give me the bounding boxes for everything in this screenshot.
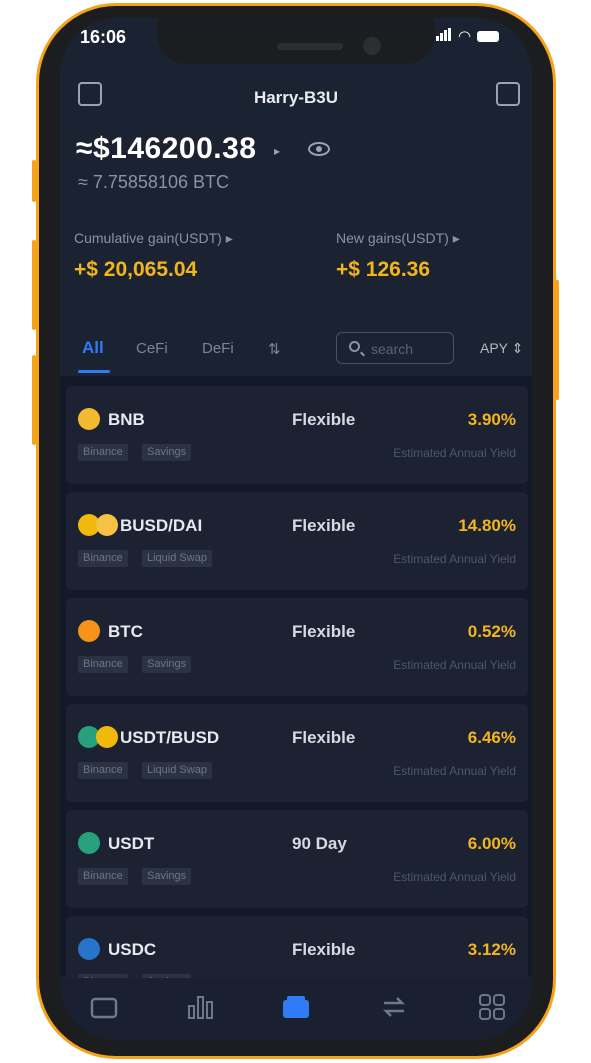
camera — [363, 37, 381, 55]
swap-icon[interactable] — [380, 994, 408, 1020]
wallet-icon[interactable] — [90, 994, 118, 1020]
coin-icon — [78, 408, 100, 430]
product-list: BNB Flexible 3.90% Binance Savings Estimated … — [60, 376, 532, 1014]
new-gains-label[interactable]: New gains(USDT) ▸ — [336, 230, 460, 247]
new-gains-value: +$ 126.36 — [336, 258, 431, 281]
tab-all[interactable]: All — [82, 338, 104, 358]
search-icon — [349, 341, 360, 352]
mute-switch — [32, 160, 36, 202]
search-input[interactable]: search — [336, 332, 454, 364]
yield-label: Estimated Annual Yield — [393, 764, 516, 778]
search-placeholder: search — [371, 341, 414, 357]
coin-name: BUSD/DAI — [120, 516, 203, 535]
coin-icon — [78, 938, 100, 960]
tab-cefi[interactable]: CeFi — [136, 340, 168, 357]
product-term: Flexible — [292, 940, 356, 959]
document-icon[interactable] — [496, 82, 520, 106]
app-screen: Harry-B3U ≈$146200.38 ▸ ≈ 7.75858106 BTC… — [60, 18, 532, 1040]
power-button — [555, 280, 559, 400]
tab-filter[interactable]: ⇅ — [268, 340, 281, 358]
apy-rate: 6.00% — [467, 834, 516, 853]
coin-name: USDT/BUSD — [120, 728, 220, 747]
volume-down-button — [32, 355, 36, 445]
apy-rate: 6.46% — [467, 728, 516, 747]
product-type-tag: Savings — [142, 868, 192, 885]
coin-icon — [78, 832, 100, 854]
apy-rate: 14.80% — [458, 516, 516, 535]
yield-label: Estimated Annual Yield — [393, 552, 516, 566]
eye-icon[interactable] — [308, 142, 330, 156]
product-term: Flexible — [292, 516, 356, 535]
product-term: Flexible — [292, 622, 356, 641]
yield-label: Estimated Annual Yield — [393, 658, 516, 672]
product-type-tag: Savings — [142, 444, 192, 461]
status-icons: ◠ — [436, 27, 500, 45]
product-card[interactable]: USDT/BUSD Flexible 6.46% Binance Liquid Swap… — [66, 704, 528, 802]
apps-icon[interactable] — [478, 994, 506, 1020]
coin-pair-icon — [96, 514, 118, 536]
product-card[interactable]: BTC Flexible 0.52% Binance Savings Estimated … — [66, 598, 528, 696]
cumulative-gain-label[interactable]: Cumulative gain(USDT) ▸ — [74, 230, 233, 247]
tab-underline — [78, 370, 110, 373]
chevron-right-icon[interactable]: ▸ — [274, 144, 280, 158]
wifi-icon: ◠ — [458, 28, 472, 45]
coin-name: BTC — [108, 622, 143, 641]
apy-rate: 3.90% — [467, 410, 516, 429]
page-title: Harry-B3U — [253, 88, 339, 107]
coin-name: USDT — [108, 834, 155, 853]
apy-rate: 3.12% — [467, 940, 516, 959]
coin-name: BNB — [108, 410, 145, 429]
notch — [157, 18, 435, 64]
coin-icon — [78, 620, 100, 642]
product-term: 90 Day — [292, 834, 347, 853]
yield-label: Estimated Annual Yield — [393, 870, 516, 884]
signal-icon — [436, 27, 452, 45]
platform-tag: Binance — [78, 868, 128, 885]
platform-tag: Binance — [78, 656, 128, 673]
chart-icon[interactable] — [186, 994, 214, 1020]
bottom-nav — [60, 978, 532, 1040]
coin-pair-icon — [96, 726, 118, 748]
balance-usd: ≈$146200.38 — [76, 132, 257, 165]
status-time: 16:06 — [80, 27, 127, 47]
sort-apy-button[interactable]: APY ⇕ — [480, 340, 523, 357]
earn-icon[interactable] — [282, 994, 310, 1020]
product-term: Flexible — [292, 728, 356, 747]
apy-rate: 0.52% — [467, 622, 516, 641]
product-card[interactable]: BUSD/DAI Flexible 14.80% Binance Liquid Swap… — [66, 492, 528, 590]
product-card[interactable]: USDT 90 Day 6.00% Binance Savings Estimated A… — [66, 810, 528, 908]
product-term: Flexible — [292, 410, 356, 429]
product-type-tag: Savings — [142, 656, 192, 673]
platform-tag: Binance — [78, 550, 128, 567]
tab-defi[interactable]: DeFi — [202, 340, 234, 357]
balance-btc: ≈ 7.75858106 BTC — [78, 172, 229, 192]
battery-icon — [477, 30, 500, 42]
cumulative-gain-value: +$ 20,065.04 — [74, 258, 198, 281]
coin-name: USDC — [108, 940, 157, 959]
product-type-tag: Liquid Swap — [142, 762, 212, 779]
platform-tag: Binance — [78, 762, 128, 779]
speaker — [277, 43, 343, 50]
yield-label: Estimated Annual Yield — [393, 446, 516, 460]
product-card[interactable]: BNB Flexible 3.90% Binance Savings Estimated … — [66, 386, 528, 484]
volume-up-button — [32, 240, 36, 330]
filter-tabs: All CeFi DeFi ⇅ — [60, 330, 532, 376]
product-type-tag: Liquid Swap — [142, 550, 212, 567]
platform-tag: Binance — [78, 444, 128, 461]
